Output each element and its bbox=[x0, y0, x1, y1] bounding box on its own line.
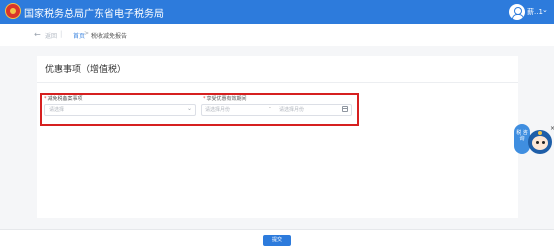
assistant-eye-icon bbox=[536, 141, 539, 144]
assistant-face-icon bbox=[532, 136, 548, 150]
start-month-input[interactable]: 请选择月份 bbox=[205, 106, 230, 113]
content-card bbox=[37, 56, 518, 218]
range-separator: - bbox=[269, 105, 271, 111]
end-month-input[interactable]: 请选择月份 bbox=[279, 106, 304, 113]
reduction-item-label: *减免税备案事项 bbox=[44, 95, 83, 102]
user-avatar-icon[interactable] bbox=[509, 4, 525, 20]
chevron-down-icon[interactable]: ⌄ bbox=[542, 6, 548, 14]
back-arrow-icon[interactable]: ← bbox=[34, 30, 41, 39]
reduction-item-label-text: 减免税备案事项 bbox=[47, 96, 83, 102]
title-divider bbox=[37, 82, 518, 83]
tax-assistant-widget[interactable]: 税 咨 询 × bbox=[514, 120, 554, 164]
valid-period-label-text: 享受优惠有效期间 bbox=[206, 96, 247, 102]
valid-period-label: *享受优惠有效期间 bbox=[203, 95, 247, 102]
calendar-icon[interactable] bbox=[342, 106, 348, 112]
tax-bureau-logo-icon bbox=[5, 3, 21, 19]
submit-button[interactable]: 提交 bbox=[263, 235, 291, 246]
breadcrumb-current: 税收减免报告 bbox=[91, 33, 128, 40]
back-link[interactable]: 返回 bbox=[45, 31, 57, 40]
required-mark: * bbox=[44, 96, 47, 102]
reduction-item-placeholder: 请选择 bbox=[49, 107, 65, 113]
app-title: 国家税务总局广东省电子税务局 bbox=[24, 9, 164, 20]
page-title: 优惠事项（增值税） bbox=[45, 65, 127, 75]
reduction-item-select[interactable] bbox=[44, 104, 196, 116]
breadcrumb-separator: > bbox=[84, 30, 90, 37]
close-icon[interactable]: × bbox=[550, 125, 554, 132]
assistant-eye-icon bbox=[542, 141, 545, 144]
assistant-badge-icon bbox=[538, 131, 542, 135]
chevron-down-icon[interactable]: ⌄ bbox=[187, 105, 192, 112]
required-mark: * bbox=[203, 96, 206, 102]
breadcrumb-divider: | bbox=[60, 30, 63, 38]
user-name[interactable]: 薪..1 bbox=[527, 7, 543, 17]
assistant-bubble-text: 税 咨 询 bbox=[516, 130, 528, 142]
